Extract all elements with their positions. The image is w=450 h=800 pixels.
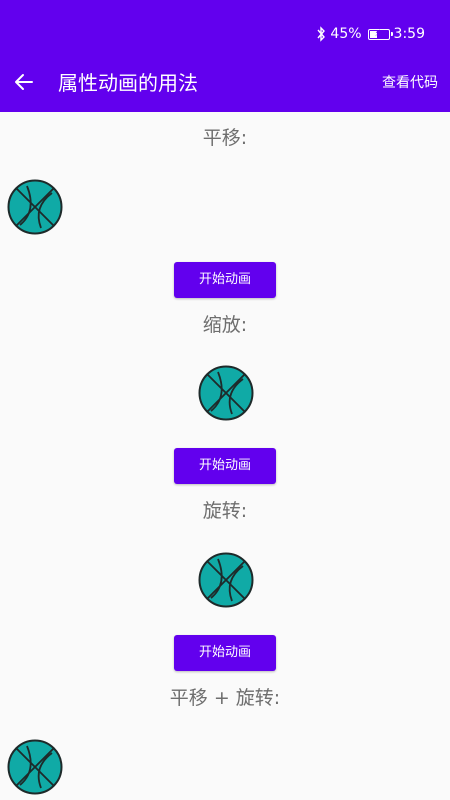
battery-charging-icon: ⚡ [367,28,393,40]
battery-percent: 45% [330,26,362,42]
bluetooth-icon [317,26,326,42]
app-bar: 属性动画的用法 查看代码 [0,56,450,112]
start-translate-button[interactable]: 开始动画 [174,262,276,298]
section-translate-label: 平移: [202,127,248,149]
arrow-left-icon[interactable] [12,70,36,94]
start-scale-button[interactable]: 开始动画 [174,448,276,484]
basketball-icon [7,739,63,795]
view-code-button[interactable]: 查看代码 [382,72,438,94]
section-translate-rotate-label: 平移 + 旋转: [169,687,281,709]
section-scale-label: 缩放: [202,314,248,336]
basketball-icon [198,365,254,421]
status-bar: 45% ⚡ 3:59 [0,0,450,56]
status-indicators: 45% ⚡ 3:59 [312,24,425,44]
clock: 3:59 [393,26,425,42]
section-rotate-label: 旋转: [202,500,248,522]
basketball-icon [198,552,254,608]
charging-bolt-icon: ⚡ [374,28,381,39]
start-rotate-button[interactable]: 开始动画 [174,635,276,671]
basketball-icon [7,179,63,235]
page-title: 属性动画的用法 [58,71,198,95]
